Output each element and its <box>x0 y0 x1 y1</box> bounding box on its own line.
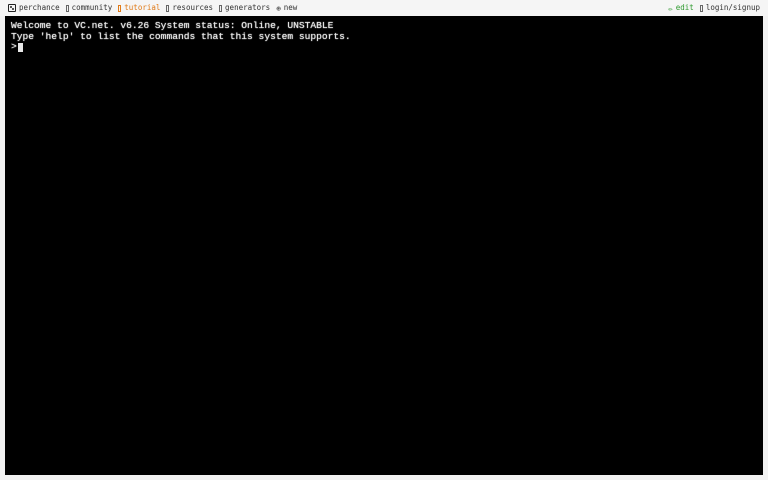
nav-edit[interactable]: ✏ edit <box>668 3 694 13</box>
nav-tutorial-label: tutorial <box>124 3 161 12</box>
terminal-prompt: > <box>11 41 17 52</box>
nav-community[interactable]: community <box>65 3 113 13</box>
nav-resources[interactable]: resources <box>166 3 213 13</box>
nav-login-label: login/signup <box>705 3 760 12</box>
nav-tutorial[interactable]: tutorial <box>118 3 160 13</box>
nav-right-group: ✏ edit login/signup <box>668 3 760 13</box>
nav-perchance-label: perchance <box>19 3 60 12</box>
tutorial-icon <box>118 4 122 12</box>
nav-generators[interactable]: generators <box>219 3 270 13</box>
login-icon <box>699 4 703 12</box>
nav-new[interactable]: ⊕ new <box>276 3 297 13</box>
generators-icon <box>219 4 223 12</box>
terminal-help-line: Type 'help' to list the commands that th… <box>11 30 351 42</box>
nav-login-signup[interactable]: login/signup <box>699 3 760 13</box>
nav-perchance[interactable]: perchance <box>8 3 60 13</box>
top-nav-bar: perchance community tutorial resources g… <box>0 0 768 16</box>
nav-new-label: new <box>283 3 298 12</box>
nav-edit-label: edit <box>675 3 694 12</box>
terminal-cursor <box>17 42 23 52</box>
terminal-prompt-line[interactable]: > <box>11 41 757 53</box>
nav-left-group: perchance community tutorial resources g… <box>8 3 297 13</box>
terminal-console[interactable]: Welcome to VC.net. v6.26 System status: … <box>5 16 763 475</box>
nav-community-label: community <box>71 3 113 12</box>
nav-generators-label: generators <box>225 3 271 12</box>
community-icon <box>65 4 69 12</box>
resources-icon <box>166 4 170 12</box>
terminal-welcome-line: Welcome to VC.net. v6.26 System status: … <box>11 20 334 31</box>
pencil-icon: ✏ <box>668 3 673 13</box>
plus-circle-icon: ⊕ <box>276 3 281 13</box>
dice-icon <box>8 4 16 12</box>
nav-resources-label: resources <box>172 3 214 12</box>
